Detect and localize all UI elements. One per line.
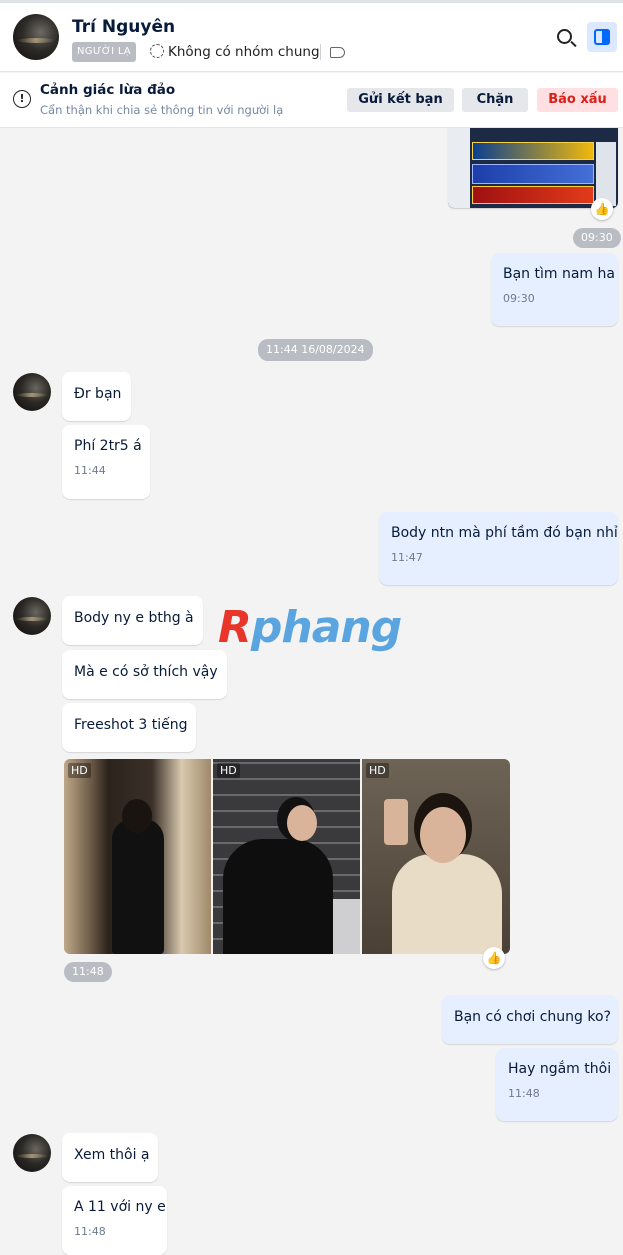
shared-image[interactable]	[448, 128, 618, 208]
message-text: Body ntn mà phí tầm đó bạn nhỉ	[391, 525, 618, 541]
photo[interactable]: HD	[64, 759, 211, 954]
hd-badge: HD	[366, 763, 389, 778]
outgoing-message[interactable]: Body ntn mà phí tầm đó bạn nhỉ 11:47	[379, 512, 618, 585]
incoming-message[interactable]: Freeshot 3 tiếng	[62, 703, 196, 752]
message-time: 11:48	[64, 962, 112, 982]
group-status[interactable]: Không có nhóm chung	[168, 44, 320, 60]
hd-badge: HD	[68, 763, 91, 778]
incoming-message[interactable]: Mà e có sở thích vậy	[62, 650, 227, 699]
message-time: 11:48	[74, 1225, 106, 1238]
tag-icon[interactable]	[330, 47, 345, 58]
message-text: Freeshot 3 tiếng	[74, 717, 188, 733]
search-icon[interactable]	[557, 29, 572, 44]
message-time: 11:48	[508, 1087, 540, 1100]
message-text: Đr bạn	[74, 386, 122, 402]
message-text: Bạn có chơi chung ko?	[454, 1009, 611, 1025]
incoming-message[interactable]: Body ny e bthg à	[62, 596, 203, 645]
photo[interactable]: HD	[362, 759, 510, 954]
add-friend-button[interactable]: Gửi kết bạn	[347, 88, 454, 112]
report-button[interactable]: Báo xấu	[537, 88, 618, 112]
group-icon	[150, 44, 164, 58]
stranger-badge: NGƯỜI LẠ	[72, 42, 136, 62]
avatar[interactable]	[13, 373, 51, 411]
message-text: Phí 2tr5 á	[74, 438, 142, 454]
hd-badge: HD	[217, 763, 240, 778]
watermark-logo: Rphang	[218, 602, 402, 653]
incoming-message[interactable]: Phí 2tr5 á 11:44	[62, 425, 150, 499]
contact-name[interactable]: Trí Nguyên	[72, 17, 175, 37]
like-icon[interactable]: 👍	[591, 198, 613, 220]
avatar[interactable]	[13, 14, 59, 60]
warning-title: Cảnh giác lừa đảo	[40, 82, 176, 98]
photo[interactable]: HD	[213, 759, 360, 954]
date-divider: 11:44 16/08/2024	[258, 339, 373, 361]
message-time: 09:30	[503, 292, 535, 305]
panel-toggle-icon[interactable]	[587, 22, 617, 52]
message-time: 11:44	[74, 464, 106, 477]
scam-warning-bar: ! Cảnh giác lừa đảo Cẩn thận khi chia sẻ…	[0, 73, 623, 128]
message-time: 11:47	[391, 551, 423, 564]
message-text: Xem thôi ạ	[74, 1147, 150, 1163]
incoming-message[interactable]: Xem thôi ạ	[62, 1133, 158, 1182]
info-icon: !	[13, 90, 31, 108]
outgoing-message[interactable]: Bạn có chơi chung ko?	[442, 995, 618, 1044]
message-text: Bạn tìm nam ha	[503, 266, 615, 282]
block-button[interactable]: Chặn	[462, 88, 528, 112]
incoming-message[interactable]: A 11 với ny e 11:48	[62, 1186, 167, 1255]
like-icon[interactable]: 👍	[483, 947, 505, 969]
message-time: 09:30	[573, 228, 621, 248]
outgoing-message[interactable]: Hay ngắm thôi 11:48	[496, 1048, 618, 1121]
incoming-message[interactable]: Đr bạn	[62, 372, 131, 421]
message-text: A 11 với ny e	[74, 1199, 166, 1215]
outgoing-message[interactable]: Bạn tìm nam ha 09:30	[491, 253, 618, 326]
avatar[interactable]	[13, 1134, 51, 1172]
avatar[interactable]	[13, 597, 51, 635]
chat-header: Trí Nguyên NGƯỜI LẠ Không có nhóm chung	[0, 3, 623, 72]
message-text: Body ny e bthg à	[74, 610, 194, 626]
divider	[320, 44, 321, 60]
message-text: Mà e có sở thích vậy	[74, 664, 218, 680]
message-text: Hay ngắm thôi	[508, 1061, 612, 1077]
warning-subtitle: Cẩn thận khi chia sẻ thông tin với người…	[40, 103, 284, 117]
